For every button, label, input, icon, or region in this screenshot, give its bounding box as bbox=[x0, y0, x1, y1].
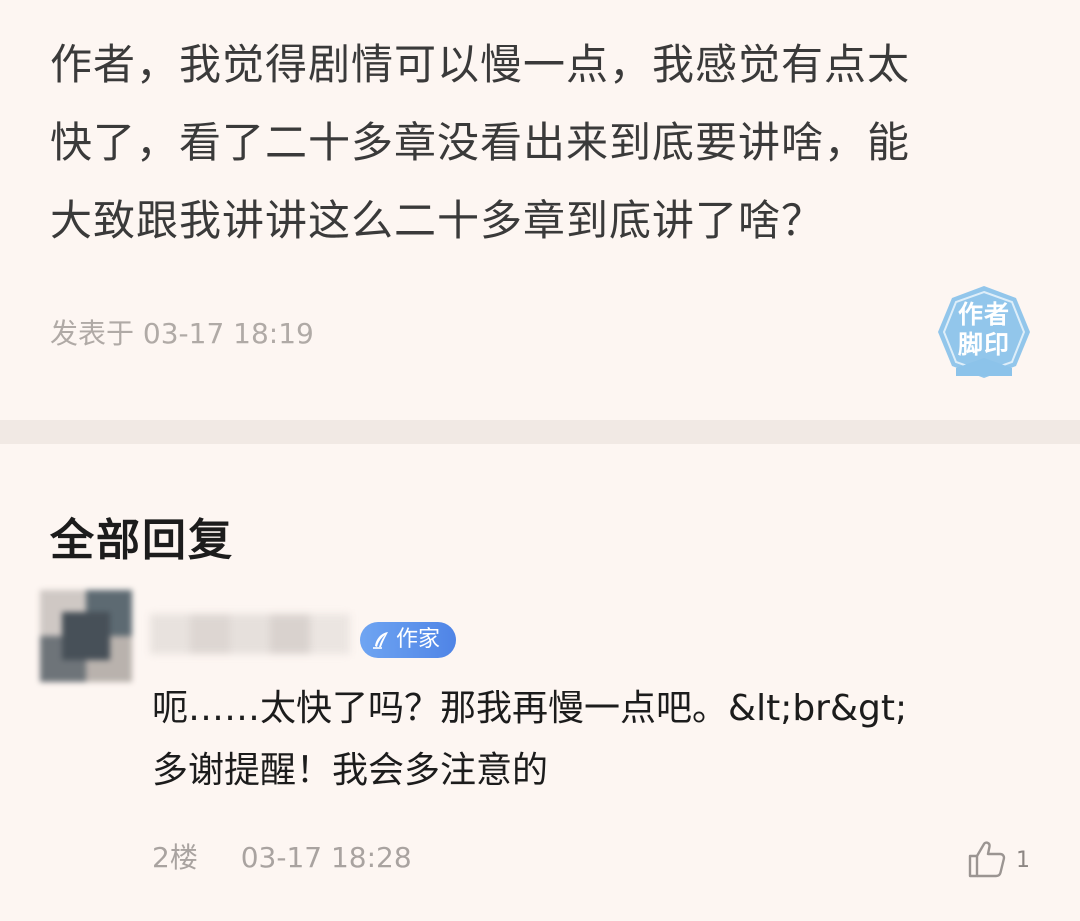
author-footprint-stamp-icon: 作者 脚印 bbox=[934, 282, 1034, 382]
badge-label: 作家 bbox=[396, 627, 441, 652]
writer-badge: 作家 bbox=[360, 622, 456, 658]
post-timestamp: 发表于 03-17 18:19 bbox=[50, 317, 314, 350]
quill-pen-icon bbox=[373, 632, 388, 649]
post-content: 作者，我觉得剧情可以慢一点，我感觉有点太 快了，看了二十多章没看出来到底要讲啥，… bbox=[50, 26, 1030, 260]
thumbs-up-icon[interactable] bbox=[966, 838, 1008, 880]
floor-number: 2楼 bbox=[152, 841, 198, 874]
section-divider bbox=[0, 420, 1080, 444]
avatar[interactable] bbox=[40, 590, 132, 682]
stamp-line-1: 作者 bbox=[957, 300, 1010, 329]
stamp-label: 作者 脚印 bbox=[934, 300, 1034, 360]
comment-detail-page: 作者，我觉得剧情可以慢一点，我感觉有点太 快了，看了二十多章没看出来到底要讲啥，… bbox=[0, 0, 1080, 921]
reply-line: 多谢提醒！我会多注意的 bbox=[152, 750, 549, 791]
post-line: 作者，我觉得剧情可以慢一点，我感觉有点太 bbox=[50, 40, 911, 89]
post-line: 快了，看了二十多章没看出来到底要讲啥，能 bbox=[50, 118, 911, 167]
all-replies-heading: 全部回复 bbox=[50, 515, 234, 566]
username-blurred[interactable] bbox=[150, 614, 350, 654]
reply-content: 呃……太快了吗？那我再慢一点吧。&lt;br&gt; 多谢提醒！我会多注意的 bbox=[152, 678, 1052, 802]
original-post: 作者，我觉得剧情可以慢一点，我感觉有点太 快了，看了二十多章没看出来到底要讲啥，… bbox=[0, 0, 1080, 420]
stamp-line-2: 脚印 bbox=[957, 330, 1010, 359]
like-count: 1 bbox=[1016, 848, 1030, 873]
reply-timestamp: 03-17 18:28 bbox=[240, 841, 412, 874]
reply-line: 呃……太快了吗？那我再慢一点吧。&lt;br&gt; bbox=[152, 688, 908, 729]
reply-meta: 2楼 03-17 18:28 bbox=[152, 836, 412, 876]
post-line: 大致跟我讲讲这么二十多章到底讲了啥？ bbox=[50, 196, 825, 245]
